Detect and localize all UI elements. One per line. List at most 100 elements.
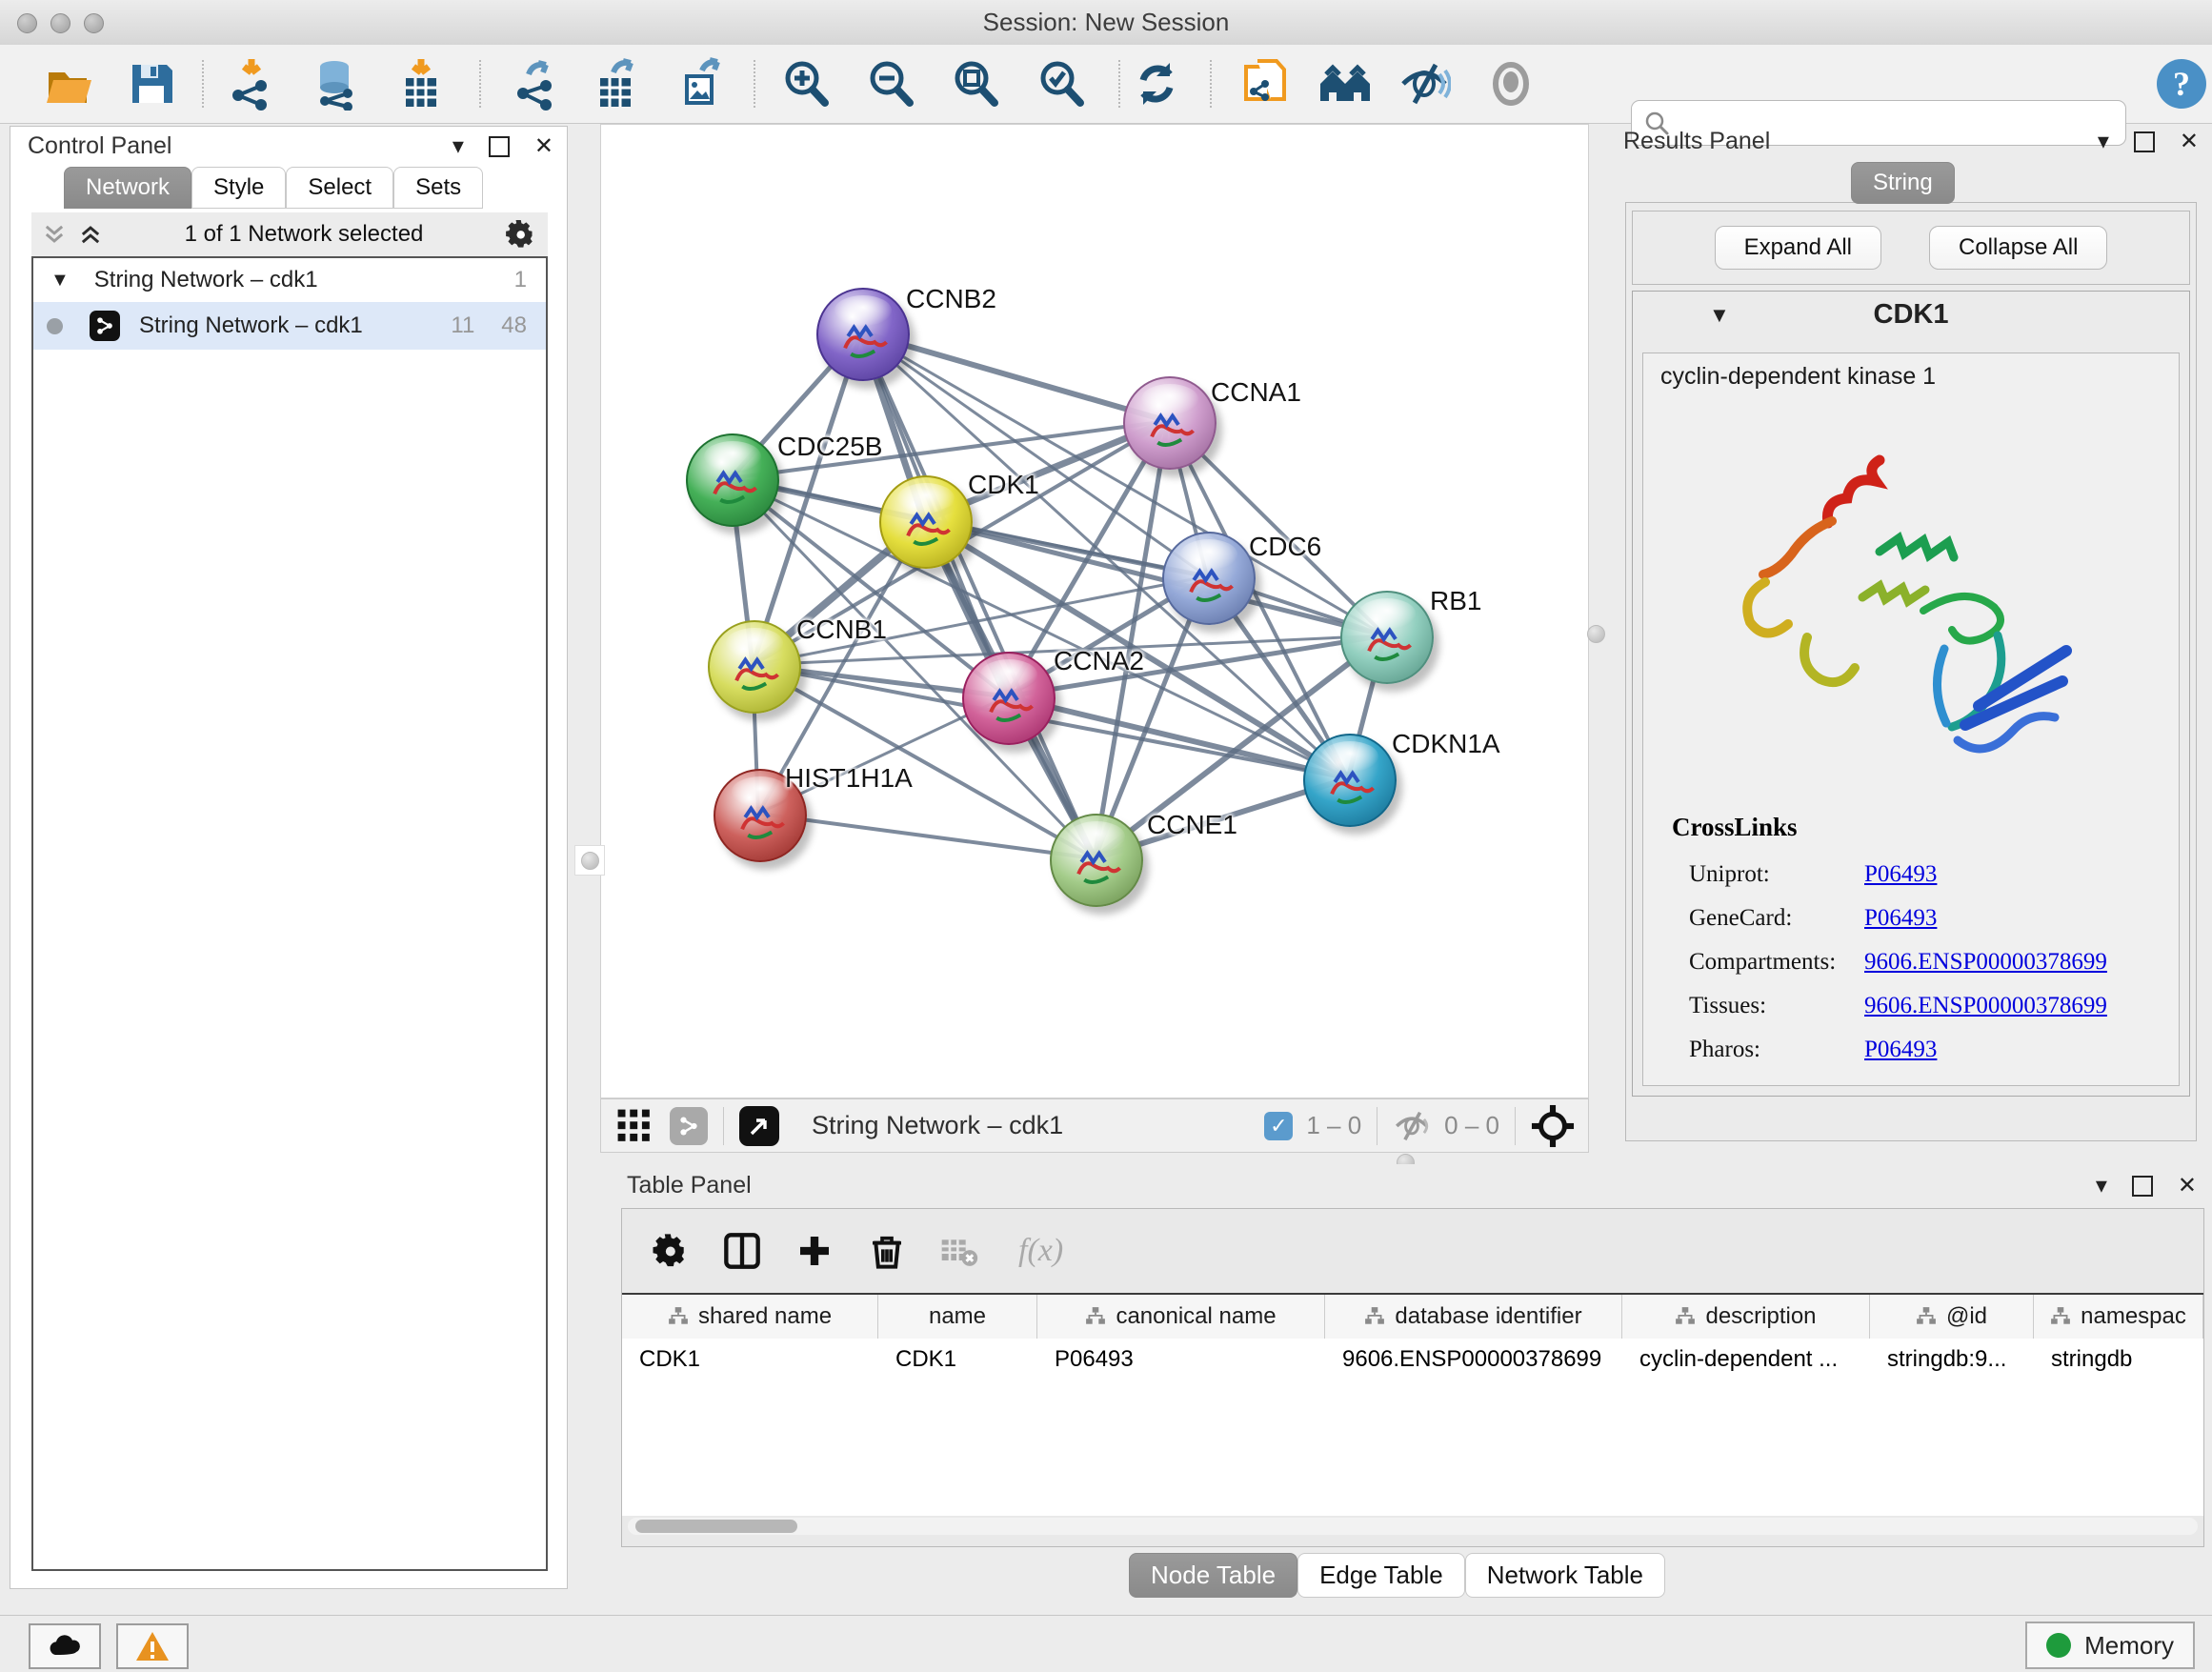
crosslink-link[interactable]: 9606.ENSP00000378699 <box>1864 993 2107 1019</box>
import-network-icon[interactable] <box>225 57 278 111</box>
function-builder-icon[interactable]: f(x) <box>1018 1233 1063 1269</box>
network-node-RB1[interactable] <box>1340 591 1434 684</box>
column-header-canonical-name[interactable]: canonical name <box>1037 1295 1325 1339</box>
first-neighbors-icon[interactable] <box>1318 57 1372 111</box>
cloud-button[interactable] <box>29 1623 101 1669</box>
hide-selected-icon[interactable] <box>1398 57 1451 111</box>
table-cell[interactable]: stringdb:9... <box>1870 1339 2034 1380</box>
table-row[interactable]: CDK1CDK1P064939606.ENSP00000378699cyclin… <box>622 1339 2203 1380</box>
birdseye-view-icon[interactable] <box>739 1106 779 1146</box>
column-header-description[interactable]: description <box>1622 1295 1870 1339</box>
network-node-CCNB1[interactable] <box>708 620 801 714</box>
warning-button[interactable] <box>116 1623 189 1669</box>
collapse-all-icon[interactable] <box>41 221 68 248</box>
expand-all-icon[interactable] <box>77 221 104 248</box>
panel-menu-icon[interactable]: ▾ <box>2098 128 2109 155</box>
help-icon[interactable]: ? <box>2155 57 2208 111</box>
network-node-CCNB2[interactable] <box>816 288 910 381</box>
network-node-CDKN1A[interactable] <box>1303 734 1397 827</box>
vertical-splitter-handle[interactable] <box>1581 619 1610 648</box>
close-panel-icon[interactable]: ✕ <box>2180 128 2199 155</box>
tab-node-table[interactable]: Node Table <box>1129 1553 1297 1598</box>
close-window-icon[interactable] <box>17 13 37 33</box>
panel-menu-icon[interactable]: ▾ <box>452 132 464 160</box>
tab-network[interactable]: Network <box>64 167 191 209</box>
minimize-window-icon[interactable] <box>50 13 70 33</box>
panel-menu-icon[interactable]: ▾ <box>2096 1172 2107 1199</box>
delete-table-icon[interactable] <box>940 1232 978 1270</box>
grid-view-icon[interactable] <box>616 1108 653 1144</box>
node-table[interactable]: shared namenamecanonical namedatabase id… <box>622 1293 2203 1516</box>
collapse-all-button[interactable]: Collapse All <box>1929 226 2107 270</box>
table-cell[interactable]: cyclin-dependent ... <box>1622 1339 1870 1380</box>
edge-HIST1H1A-CCNE1[interactable] <box>758 814 1095 858</box>
network-row-selected[interactable]: String Network – cdk1 11 48 <box>33 302 546 350</box>
crosslink-link[interactable]: P06493 <box>1864 905 1937 932</box>
close-panel-icon[interactable]: ✕ <box>2178 1172 2197 1199</box>
network-node-CCNA1[interactable] <box>1123 376 1217 470</box>
network-node-CDK1[interactable] <box>879 475 973 569</box>
zoom-window-icon[interactable] <box>84 13 104 33</box>
clone-network-icon[interactable] <box>1238 57 1292 111</box>
import-database-icon[interactable] <box>310 57 363 111</box>
column-header-database-identifier[interactable]: database identifier <box>1325 1295 1622 1339</box>
tab-edge-table[interactable]: Edge Table <box>1297 1553 1465 1598</box>
column-header-namespac[interactable]: namespac <box>2034 1295 2203 1339</box>
window-controls[interactable] <box>17 13 117 38</box>
network-node-CCNE1[interactable] <box>1050 814 1143 907</box>
network-node-CCNA2[interactable] <box>962 652 1056 745</box>
close-panel-icon[interactable]: ✕ <box>534 132 553 160</box>
export-table-icon[interactable] <box>591 57 644 111</box>
float-panel-icon[interactable] <box>2132 1176 2153 1197</box>
open-session-icon[interactable] <box>44 57 97 111</box>
tab-sets[interactable]: Sets <box>393 167 483 209</box>
tab-network-table[interactable]: Network Table <box>1465 1553 1665 1598</box>
export-network-icon[interactable] <box>510 57 563 111</box>
network-collection-row[interactable]: ▼ String Network – cdk1 1 <box>33 258 546 302</box>
section-expander-icon[interactable]: ▼ <box>1709 303 1730 328</box>
tree-expander-icon[interactable]: ▼ <box>50 270 70 292</box>
crosslink-link[interactable]: 9606.ENSP00000378699 <box>1864 949 2107 976</box>
tab-style[interactable]: Style <box>191 167 286 209</box>
crosshair-icon[interactable] <box>1531 1104 1575 1148</box>
float-panel-icon[interactable] <box>489 136 510 157</box>
column-header-name[interactable]: name <box>878 1295 1037 1339</box>
import-table-icon[interactable] <box>394 57 448 111</box>
export-image-icon[interactable] <box>675 57 729 111</box>
column-header-shared-name[interactable]: shared name <box>622 1295 878 1339</box>
zoom-in-icon[interactable] <box>779 57 833 111</box>
add-column-icon[interactable] <box>795 1232 834 1270</box>
network-node-CDC25B[interactable] <box>686 433 779 527</box>
table-cell[interactable]: CDK1 <box>622 1339 878 1380</box>
tab-select[interactable]: Select <box>286 167 393 209</box>
table-cell[interactable]: P06493 <box>1037 1339 1325 1380</box>
refresh-icon[interactable] <box>1130 57 1183 111</box>
table-cell[interactable]: 9606.ENSP00000378699 <box>1325 1339 1622 1380</box>
show-all-icon[interactable] <box>1484 57 1538 111</box>
network-node-CDC6[interactable] <box>1162 532 1256 625</box>
zoom-selected-icon[interactable] <box>1035 57 1088 111</box>
vertical-splitter-handle[interactable] <box>574 845 605 876</box>
network-canvas[interactable]: CCNB2CCNA1CDC25BCDK1CDC6RB1CCNB1CCNA2CDK… <box>600 124 1589 1098</box>
gear-icon[interactable] <box>651 1232 689 1270</box>
delete-column-icon[interactable] <box>868 1232 906 1270</box>
zoom-out-icon[interactable] <box>864 57 917 111</box>
horizontal-scrollbar[interactable] <box>628 1518 2198 1535</box>
column-header--id[interactable]: @id <box>1870 1295 2034 1339</box>
gear-icon[interactable] <box>504 218 536 251</box>
table-cell[interactable]: CDK1 <box>878 1339 1037 1380</box>
crosslink-link[interactable]: P06493 <box>1864 1037 1937 1063</box>
memory-button[interactable]: Memory <box>2025 1622 2195 1669</box>
float-panel-icon[interactable] <box>2134 131 2155 152</box>
zoom-fit-icon[interactable] <box>949 57 1002 111</box>
hidden-eye-icon[interactable] <box>1393 1107 1431 1145</box>
tab-string[interactable]: String <box>1851 162 1955 204</box>
expand-all-button[interactable]: Expand All <box>1715 226 1881 270</box>
scrollbar-thumb[interactable] <box>635 1520 797 1533</box>
show-columns-icon[interactable] <box>723 1232 761 1270</box>
table-cell[interactable]: stringdb <box>2034 1339 2203 1380</box>
selected-checkbox-icon[interactable]: ✓ <box>1264 1112 1293 1140</box>
crosslink-link[interactable]: P06493 <box>1864 861 1937 888</box>
save-session-icon[interactable] <box>125 57 178 111</box>
network-view-icon[interactable] <box>670 1107 708 1145</box>
